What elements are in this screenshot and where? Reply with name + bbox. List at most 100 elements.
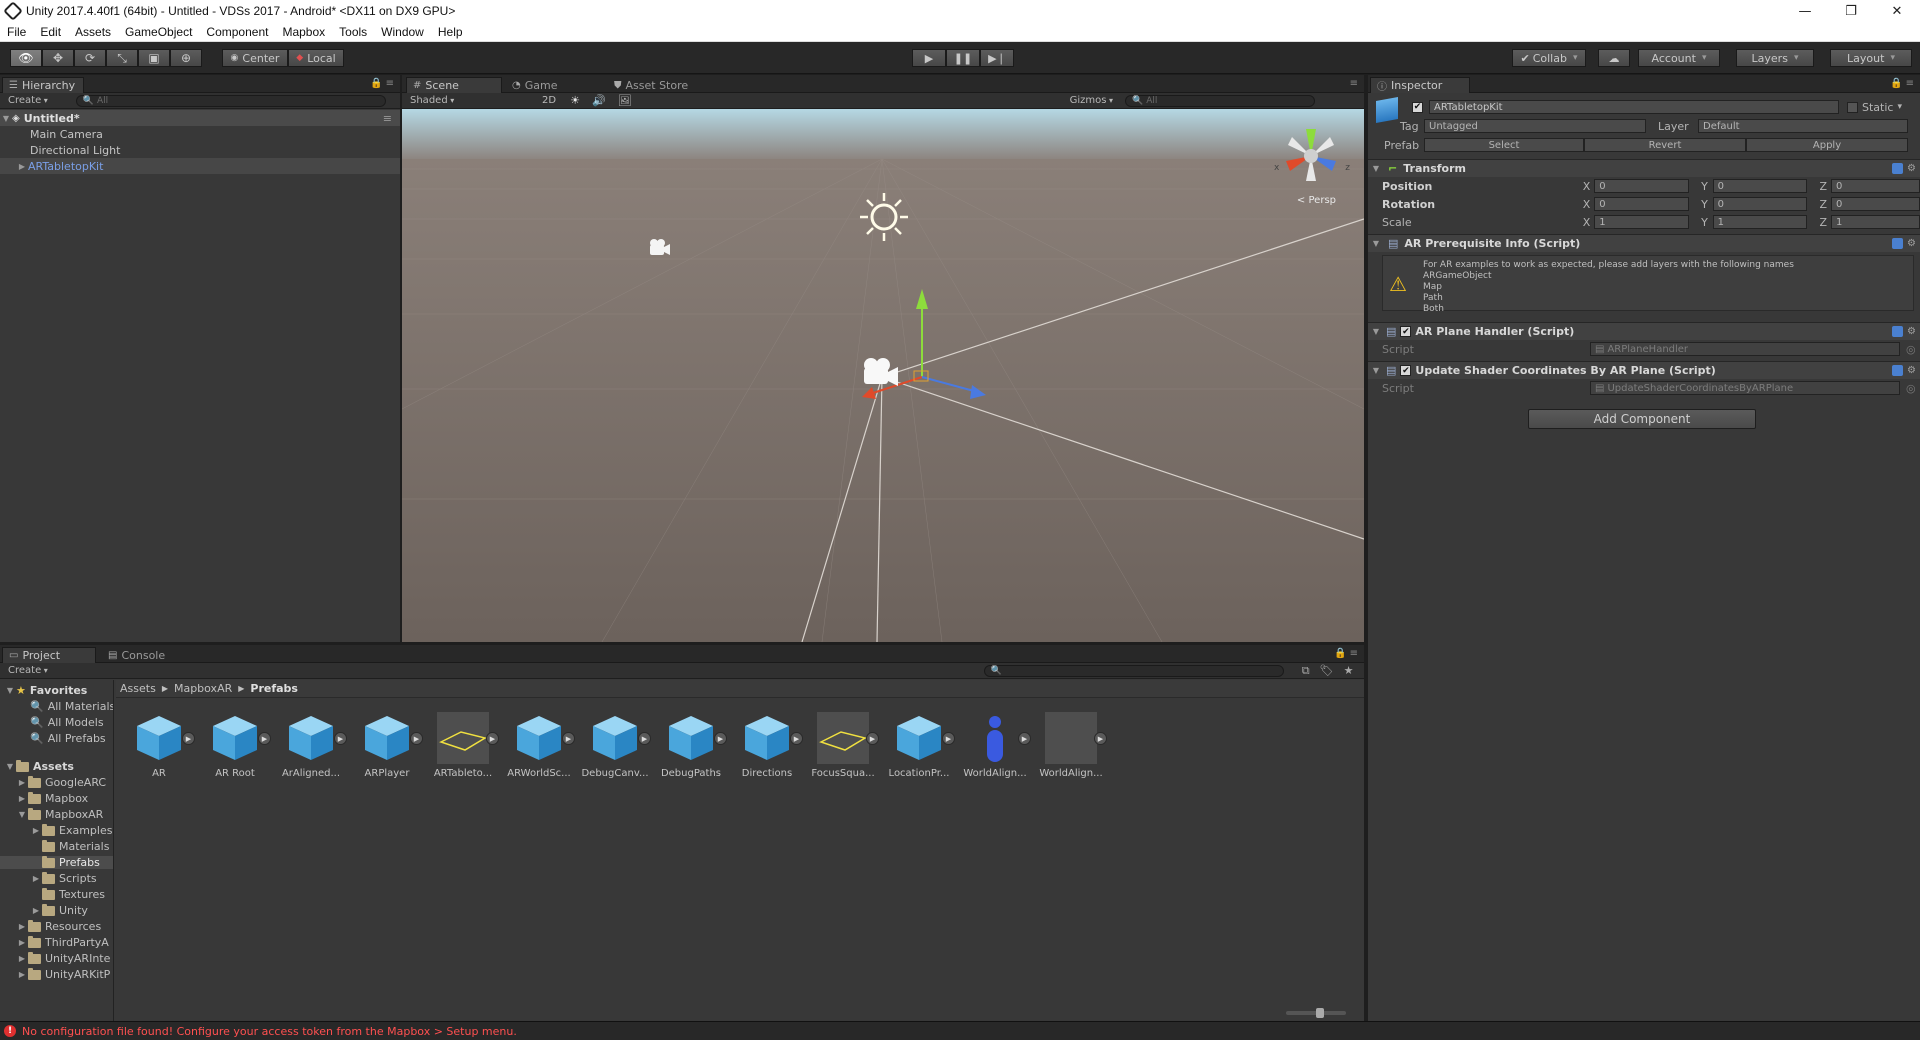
position-z-field[interactable]: 0 [1831, 179, 1920, 193]
expand-icon[interactable]: ▼ [1370, 239, 1382, 248]
position-y-field[interactable]: 0 [1712, 179, 1808, 193]
object-picker-icon[interactable]: ◎ [1906, 382, 1916, 395]
transform-tool-button[interactable]: ⊕ [170, 49, 202, 67]
asset-item[interactable]: ▶ LocationPr... [888, 712, 955, 792]
asset-thumbnail[interactable] [665, 712, 717, 764]
asset-thumbnail[interactable] [209, 712, 261, 764]
breadcrumb-item[interactable]: Assets [120, 682, 156, 695]
asset-item[interactable]: ▶ DebugCanv... [581, 712, 651, 792]
ar-plane-handler-header[interactable]: ▼ ▤ ✔ AR Plane Handler (Script) ⚙ [1368, 322, 1920, 340]
prefab-revert-button[interactable]: Revert [1584, 138, 1746, 152]
toggle-2d-button[interactable]: 2D [542, 95, 556, 106]
scale-tool-button[interactable]: ⤡ [106, 49, 138, 67]
scale-x-field[interactable]: 1 [1594, 215, 1690, 229]
account-dropdown[interactable]: Account [1638, 49, 1720, 67]
expand-prefab-icon[interactable]: ▶ [410, 732, 423, 745]
favorites-row[interactable]: ▼ ★ Favorites [4, 684, 87, 697]
folder-item-selected[interactable]: Prefabs [0, 855, 113, 869]
expand-icon[interactable]: ▼ [1370, 164, 1382, 173]
panel-menu-icon[interactable]: ≡ [1350, 78, 1358, 89]
tab-console[interactable]: ▤ Console [102, 647, 173, 663]
step-button[interactable]: ▶❘ [980, 49, 1014, 67]
expand-prefab-icon[interactable]: ▶ [486, 732, 499, 745]
folder-item[interactable]: ▶ Unity [30, 903, 88, 917]
asset-thumbnail[interactable] [969, 712, 1021, 764]
asset-item[interactable]: ▶ AR [128, 712, 195, 792]
tab-asset-store[interactable]: ⛊ Asset Store [608, 77, 696, 93]
static-dropdown-icon[interactable]: ▾ [1897, 102, 1902, 112]
layout-dropdown[interactable]: Layout [1830, 49, 1912, 67]
favorite-item-prefabs[interactable]: 🔍 All Prefabs [30, 732, 106, 745]
help-book-icon[interactable] [1892, 238, 1904, 249]
expand-prefab-icon[interactable]: ▶ [562, 732, 575, 745]
gear-icon[interactable]: ⚙ [1907, 365, 1916, 376]
play-button[interactable]: ▶ [912, 49, 946, 67]
expand-icon[interactable]: ▶ [16, 970, 28, 979]
asset-item[interactable]: ▶ WorldAlign... [963, 712, 1031, 792]
layer-dropdown[interactable]: Default [1698, 119, 1908, 133]
project-search-input[interactable]: 🔍 [983, 664, 1284, 677]
help-book-icon[interactable] [1892, 365, 1904, 376]
scene-search-input[interactable]: 🔍 All [1125, 94, 1316, 107]
status-bar[interactable]: ! No configuration file found! Configure… [0, 1021, 1920, 1040]
folder-item[interactable]: ▶ ThirdPartyA [16, 935, 109, 949]
scene-viewport[interactable]: x z < Persp [402, 109, 1364, 642]
asset-item[interactable]: ▶ ARWorldSc... [507, 712, 575, 792]
asset-thumbnail[interactable] [589, 712, 641, 764]
add-component-button[interactable]: Add Component [1528, 409, 1756, 429]
hierarchy-create-dropdown[interactable]: Create [0, 95, 56, 106]
scale-z-field[interactable]: 1 [1831, 215, 1920, 229]
persp-label[interactable]: < Persp [1297, 195, 1336, 206]
scale-y-field[interactable]: 1 [1712, 215, 1808, 229]
folder-item[interactable]: ▼ MapboxAR [16, 807, 103, 821]
folder-item[interactable]: ▶ UnityARInte [16, 951, 110, 965]
expand-prefab-icon[interactable]: ▶ [334, 732, 347, 745]
folder-item[interactable]: ▶ Mapbox [16, 791, 88, 805]
layers-dropdown[interactable]: Layers [1736, 49, 1814, 67]
menu-gameobject[interactable]: GameObject [118, 25, 199, 39]
gear-icon[interactable]: ⚙ [1907, 238, 1916, 249]
update-shader-coords-script-field[interactable]: ▤ UpdateShaderCoordinatesByARPlane [1590, 381, 1900, 395]
asset-item[interactable]: ▶ WorldAlign... [1039, 712, 1107, 792]
ar-plane-handler-script-field[interactable]: ▤ ARPlaneHandler [1590, 342, 1900, 356]
asset-zoom-slider[interactable] [1286, 1008, 1346, 1018]
menu-window[interactable]: Window [374, 25, 431, 39]
project-create-dropdown[interactable]: Create [0, 665, 56, 676]
hierarchy-item-directional-light[interactable]: Directional Light [0, 142, 400, 158]
expand-prefab-icon[interactable]: ▶ [1018, 732, 1031, 745]
rotate-tool-button[interactable]: ⟳ [74, 49, 106, 67]
folder-item[interactable]: Materials [30, 839, 109, 853]
expand-icon[interactable]: ▶ [30, 906, 42, 915]
tab-inspector[interactable]: ⓘ Inspector [1370, 77, 1470, 93]
view-tool-button[interactable]: 👁 [10, 49, 42, 67]
update-shader-coords-header[interactable]: ▼ ▤ ✔ Update Shader Coordinates By AR Pl… [1368, 361, 1920, 379]
gear-icon[interactable]: ⚙ [1907, 326, 1916, 337]
pivot-center-button[interactable]: ◉ Center [222, 49, 288, 67]
prefab-select-button[interactable]: Select [1424, 138, 1584, 152]
static-checkbox[interactable] [1847, 101, 1858, 113]
zoom-slider-handle[interactable] [1316, 1008, 1324, 1018]
asset-item[interactable]: ▶ DebugPaths [660, 712, 727, 792]
expand-prefab-icon[interactable]: ▶ [866, 732, 879, 745]
menu-edit[interactable]: Edit [33, 25, 68, 39]
tab-project[interactable]: ▭ Project [2, 647, 96, 663]
effects-toggle-icon[interactable]: 🖼 [618, 94, 632, 107]
asset-thumbnail[interactable] [437, 712, 489, 764]
object-picker-icon[interactable]: ◎ [1906, 343, 1916, 356]
menu-assets[interactable]: Assets [68, 25, 118, 39]
expand-icon[interactable]: ▶ [16, 778, 28, 787]
expand-icon[interactable]: ▶ [16, 794, 28, 803]
asset-thumbnail[interactable] [133, 712, 185, 764]
expand-icon[interactable]: ▼ [4, 686, 16, 695]
folder-item[interactable]: ▶ Examples [30, 823, 112, 837]
expand-prefab-icon[interactable]: ▶ [182, 732, 195, 745]
asset-item[interactable]: ▶ ARPlayer [356, 712, 423, 792]
expand-icon[interactable]: ▼ [0, 114, 12, 123]
rotation-x-field[interactable]: 0 [1594, 197, 1690, 211]
asset-item[interactable]: ▶ FocusSqua... [811, 712, 879, 792]
asset-thumbnail[interactable] [513, 712, 565, 764]
expand-icon[interactable]: ▼ [1370, 327, 1382, 336]
collab-button[interactable]: ✔ Collab [1512, 49, 1586, 67]
favorite-item-models[interactable]: 🔍 All Models [30, 716, 104, 729]
expand-icon[interactable]: ▶ [16, 922, 28, 931]
